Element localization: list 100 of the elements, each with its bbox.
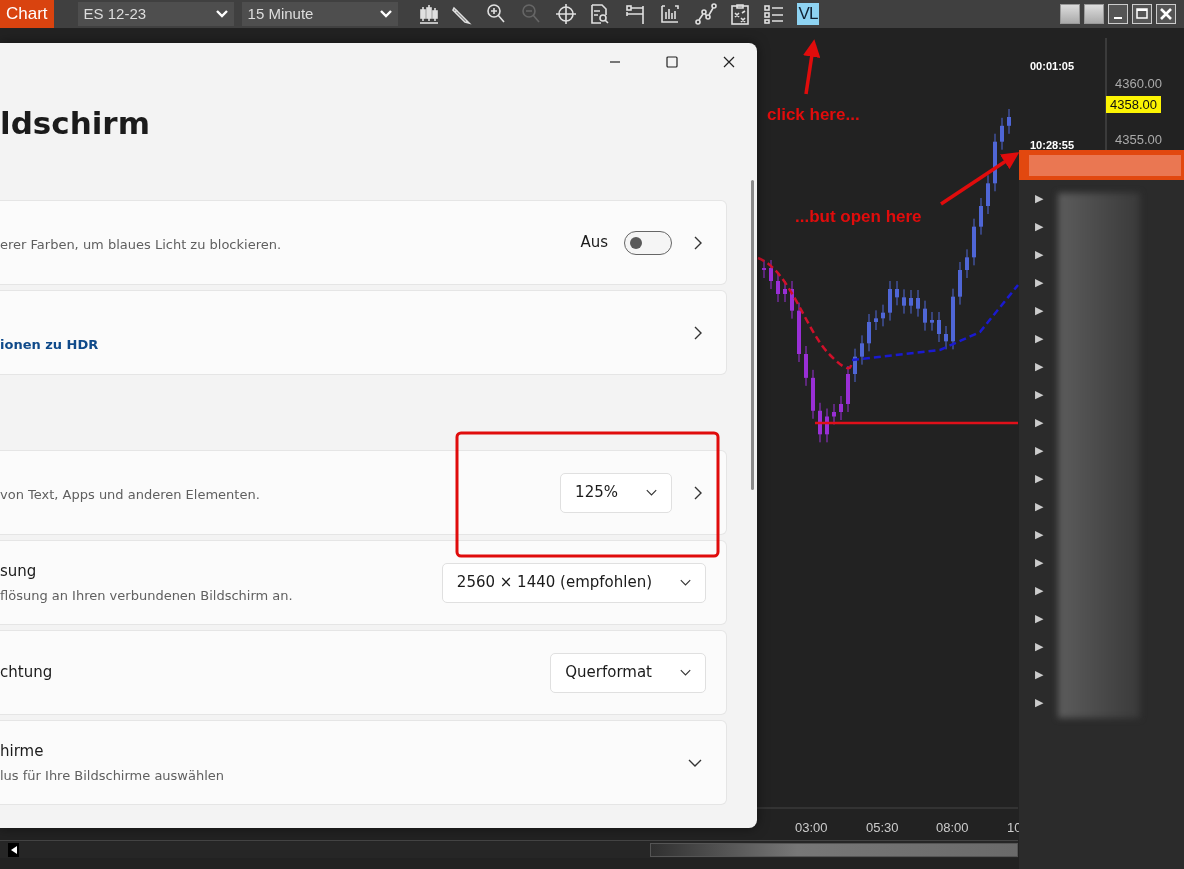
- dropdown-field[interactable]: ES 12-23: [77, 2, 234, 26]
- hdr-info-link[interactable]: ionen zu HDR: [0, 334, 672, 355]
- expand-arrow[interactable]: ▶: [1035, 220, 1043, 232]
- candlestick: [804, 345, 808, 387]
- maximize-icon: [664, 55, 679, 69]
- bar-chart-icon[interactable]: [658, 3, 681, 25]
- candlestick: [895, 280, 899, 306]
- chevron-down-icon[interactable]: [688, 758, 702, 767]
- tile-button[interactable]: [1084, 4, 1104, 24]
- candlestick: [993, 133, 997, 192]
- minimize-button[interactable]: [1108, 4, 1128, 24]
- chevron-right-icon[interactable]: [694, 485, 702, 500]
- expand-arrow[interactable]: ▶: [1035, 668, 1043, 680]
- annotation-arrow: [803, 39, 821, 95]
- candlestick: [902, 288, 906, 315]
- setting-description: von Text, Apps und anderen Elementen.: [0, 485, 261, 504]
- setting-description: flösung an Ihren verbundenen Bildschirm an.: [0, 587, 294, 605]
- candlestick: [811, 369, 815, 420]
- maximize-icon: [1135, 7, 1149, 21]
- close-button[interactable]: [1156, 4, 1176, 24]
- expand-arrow[interactable]: ▶: [1035, 472, 1043, 484]
- expand-arrow[interactable]: ▶: [1035, 528, 1043, 540]
- chevron-down-icon[interactable]: [680, 669, 691, 676]
- scrollbar-thumb[interactable]: [751, 180, 754, 490]
- candlestick: [790, 280, 794, 320]
- ruler-icon[interactable]: [623, 3, 646, 25]
- countdown-timer: 00:01:05: [1030, 59, 1075, 74]
- minimize-icon: [1114, 16, 1122, 20]
- crosshair-icon[interactable]: [554, 3, 577, 25]
- expand-arrow[interactable]: ▶: [1035, 696, 1043, 708]
- expand-arrow[interactable]: ▶: [1035, 416, 1043, 428]
- list-icon[interactable]: [762, 3, 785, 25]
- scroll-thumb[interactable]: [650, 843, 1018, 857]
- expand-arrow[interactable]: ▶: [1035, 332, 1043, 344]
- close-icon: [721, 55, 736, 69]
- chevron-right-icon[interactable]: [694, 235, 702, 250]
- expand-arrow[interactable]: ▶: [1035, 640, 1043, 652]
- chevron-down-icon[interactable]: [680, 579, 691, 586]
- dropdown-field[interactable]: 2560 × 1440 (empfohlen): [441, 562, 706, 603]
- tile-button[interactable]: [1060, 4, 1080, 24]
- expand-arrow[interactable]: ▶: [1035, 304, 1043, 316]
- settings-card[interactable]: erer Farben, um blaues Licht zu blockieren. Aus: [0, 200, 727, 285]
- expand-arrow[interactable]: ▶: [1035, 360, 1043, 372]
- candlestick: [909, 289, 913, 315]
- expand-arrow[interactable]: ▶: [1035, 248, 1043, 260]
- candlestick: [832, 403, 836, 425]
- settings-card[interactable]: hirme lus für Ihre Bildschirme auswählen: [0, 720, 727, 805]
- candlestick: [916, 289, 920, 318]
- expand-arrow[interactable]: ▶: [1035, 556, 1043, 568]
- candlestick: [867, 313, 871, 352]
- price-label: 4360.00: [1115, 75, 1162, 93]
- candlestick: [979, 197, 983, 236]
- toggle-state-label: Aus: [580, 232, 608, 254]
- candlestick: [776, 272, 780, 303]
- candlestick: [881, 304, 885, 327]
- settings-card[interactable]: von Text, Apps und anderen Elementen. 125%: [0, 450, 727, 535]
- expand-arrow[interactable]: ▶: [1035, 388, 1043, 400]
- candlestick: [888, 280, 892, 322]
- chevron-down-icon[interactable]: [646, 489, 657, 496]
- document-search-icon[interactable]: [588, 3, 611, 25]
- expand-arrow[interactable]: ▶: [1035, 500, 1043, 512]
- maximize-button[interactable]: [1132, 4, 1152, 24]
- expand-arrow[interactable]: ▶: [1035, 192, 1043, 204]
- time-axis-label: 05:30: [866, 819, 899, 837]
- candlestick: [958, 261, 962, 306]
- expand-arrow[interactable]: ▶: [1035, 584, 1043, 596]
- candlestick: [1000, 117, 1004, 151]
- candlestick: [846, 365, 850, 413]
- settings-card[interactable]: sung flösung an Ihren verbundenen Bildschirm an. 2560 × 1440 (empfohlen): [0, 540, 727, 625]
- setting-description: erer Farben, um blaues Licht zu blockieren.: [0, 235, 283, 254]
- time-axis-label: 08:00: [936, 819, 969, 837]
- settings-card[interactable]: chtung Querformat: [0, 630, 727, 715]
- dropdown-field[interactable]: Querformat: [550, 652, 706, 693]
- dropdown-field[interactable]: 125%: [560, 472, 672, 513]
- clipboard-icon[interactable]: [728, 3, 751, 25]
- candlestick: [860, 334, 864, 366]
- settings-card[interactable]: ionen zu HDR: [0, 290, 727, 375]
- setting-description: lus für Ihre Bildschirme auswählen: [0, 767, 226, 785]
- expand-arrow[interactable]: ▶: [1035, 276, 1043, 288]
- candlestick: [937, 311, 941, 343]
- zoom-in-icon[interactable]: [484, 3, 507, 25]
- chevron-right-icon[interactable]: [694, 325, 702, 340]
- expand-arrow[interactable]: ▶: [1035, 444, 1043, 456]
- setting-title: hirme: [0, 740, 45, 762]
- scroll-left-button[interactable]: [8, 842, 19, 857]
- app-button[interactable]: Chart: [0, 0, 54, 28]
- candlestick: [1007, 108, 1011, 135]
- toggle-switch[interactable]: [624, 230, 672, 255]
- expand-arrow[interactable]: ▶: [1035, 612, 1043, 624]
- candlestick: [923, 300, 927, 332]
- bar-time-label: 10:28:55: [1030, 138, 1075, 153]
- candlestick: [825, 408, 829, 443]
- line-chart-icon[interactable]: [694, 3, 717, 25]
- candlestick: [930, 311, 934, 332]
- page-heading: ldschirm: [0, 104, 151, 143]
- dropdown-field[interactable]: 15 Minute: [241, 2, 398, 26]
- candlestick: [853, 348, 857, 383]
- candlestick-icon[interactable]: [417, 3, 440, 25]
- annotation-text: click here...: [767, 104, 860, 126]
- vl-button[interactable]: VL: [796, 3, 820, 25]
